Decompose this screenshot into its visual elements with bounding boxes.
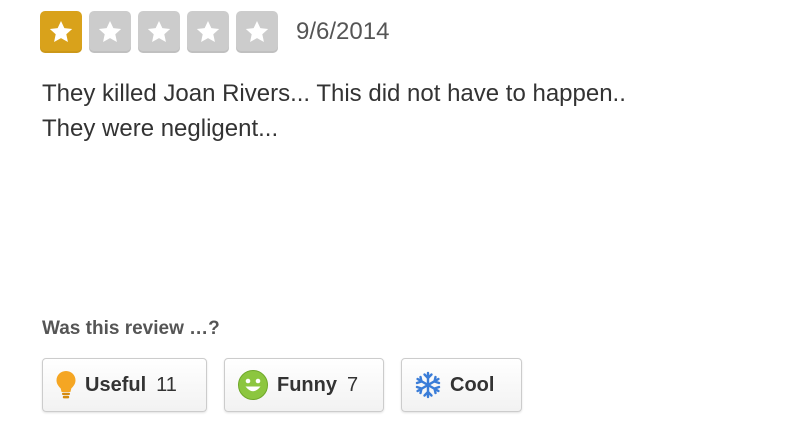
star-3 xyxy=(138,11,180,53)
useful-label: Useful xyxy=(85,373,147,396)
star-icon xyxy=(245,20,269,42)
useful-button[interactable]: Useful 11 xyxy=(42,358,207,412)
vote-question: Was this review …? xyxy=(42,318,220,339)
useful-count: 11 xyxy=(156,373,177,396)
funny-label: Funny xyxy=(277,373,337,396)
star-icon xyxy=(98,20,122,42)
cool-button[interactable]: Cool xyxy=(401,358,522,412)
star-1 xyxy=(40,11,82,53)
review-date: 9/6/2014 xyxy=(296,18,390,45)
star-icon xyxy=(147,20,171,42)
star-2 xyxy=(89,11,131,53)
smiley-face-icon xyxy=(237,369,269,401)
funny-button[interactable]: Funny 7 xyxy=(224,358,384,412)
review-text-line: They killed Joan Rivers... This did not … xyxy=(42,80,626,107)
review-text-line: They were negligent... xyxy=(42,115,279,142)
star-rating xyxy=(40,11,278,53)
lightbulb-icon xyxy=(55,370,77,400)
star-icon xyxy=(49,20,73,42)
review-text: They killed Joan Rivers... This did not … xyxy=(42,76,626,146)
snowflake-icon xyxy=(414,371,442,399)
star-icon xyxy=(196,20,220,42)
star-4 xyxy=(187,11,229,53)
cool-label: Cool xyxy=(450,373,495,396)
star-5 xyxy=(236,11,278,53)
funny-count: 7 xyxy=(347,373,359,396)
vote-buttons: Useful 11 Funny 7 Cool xyxy=(42,358,522,412)
